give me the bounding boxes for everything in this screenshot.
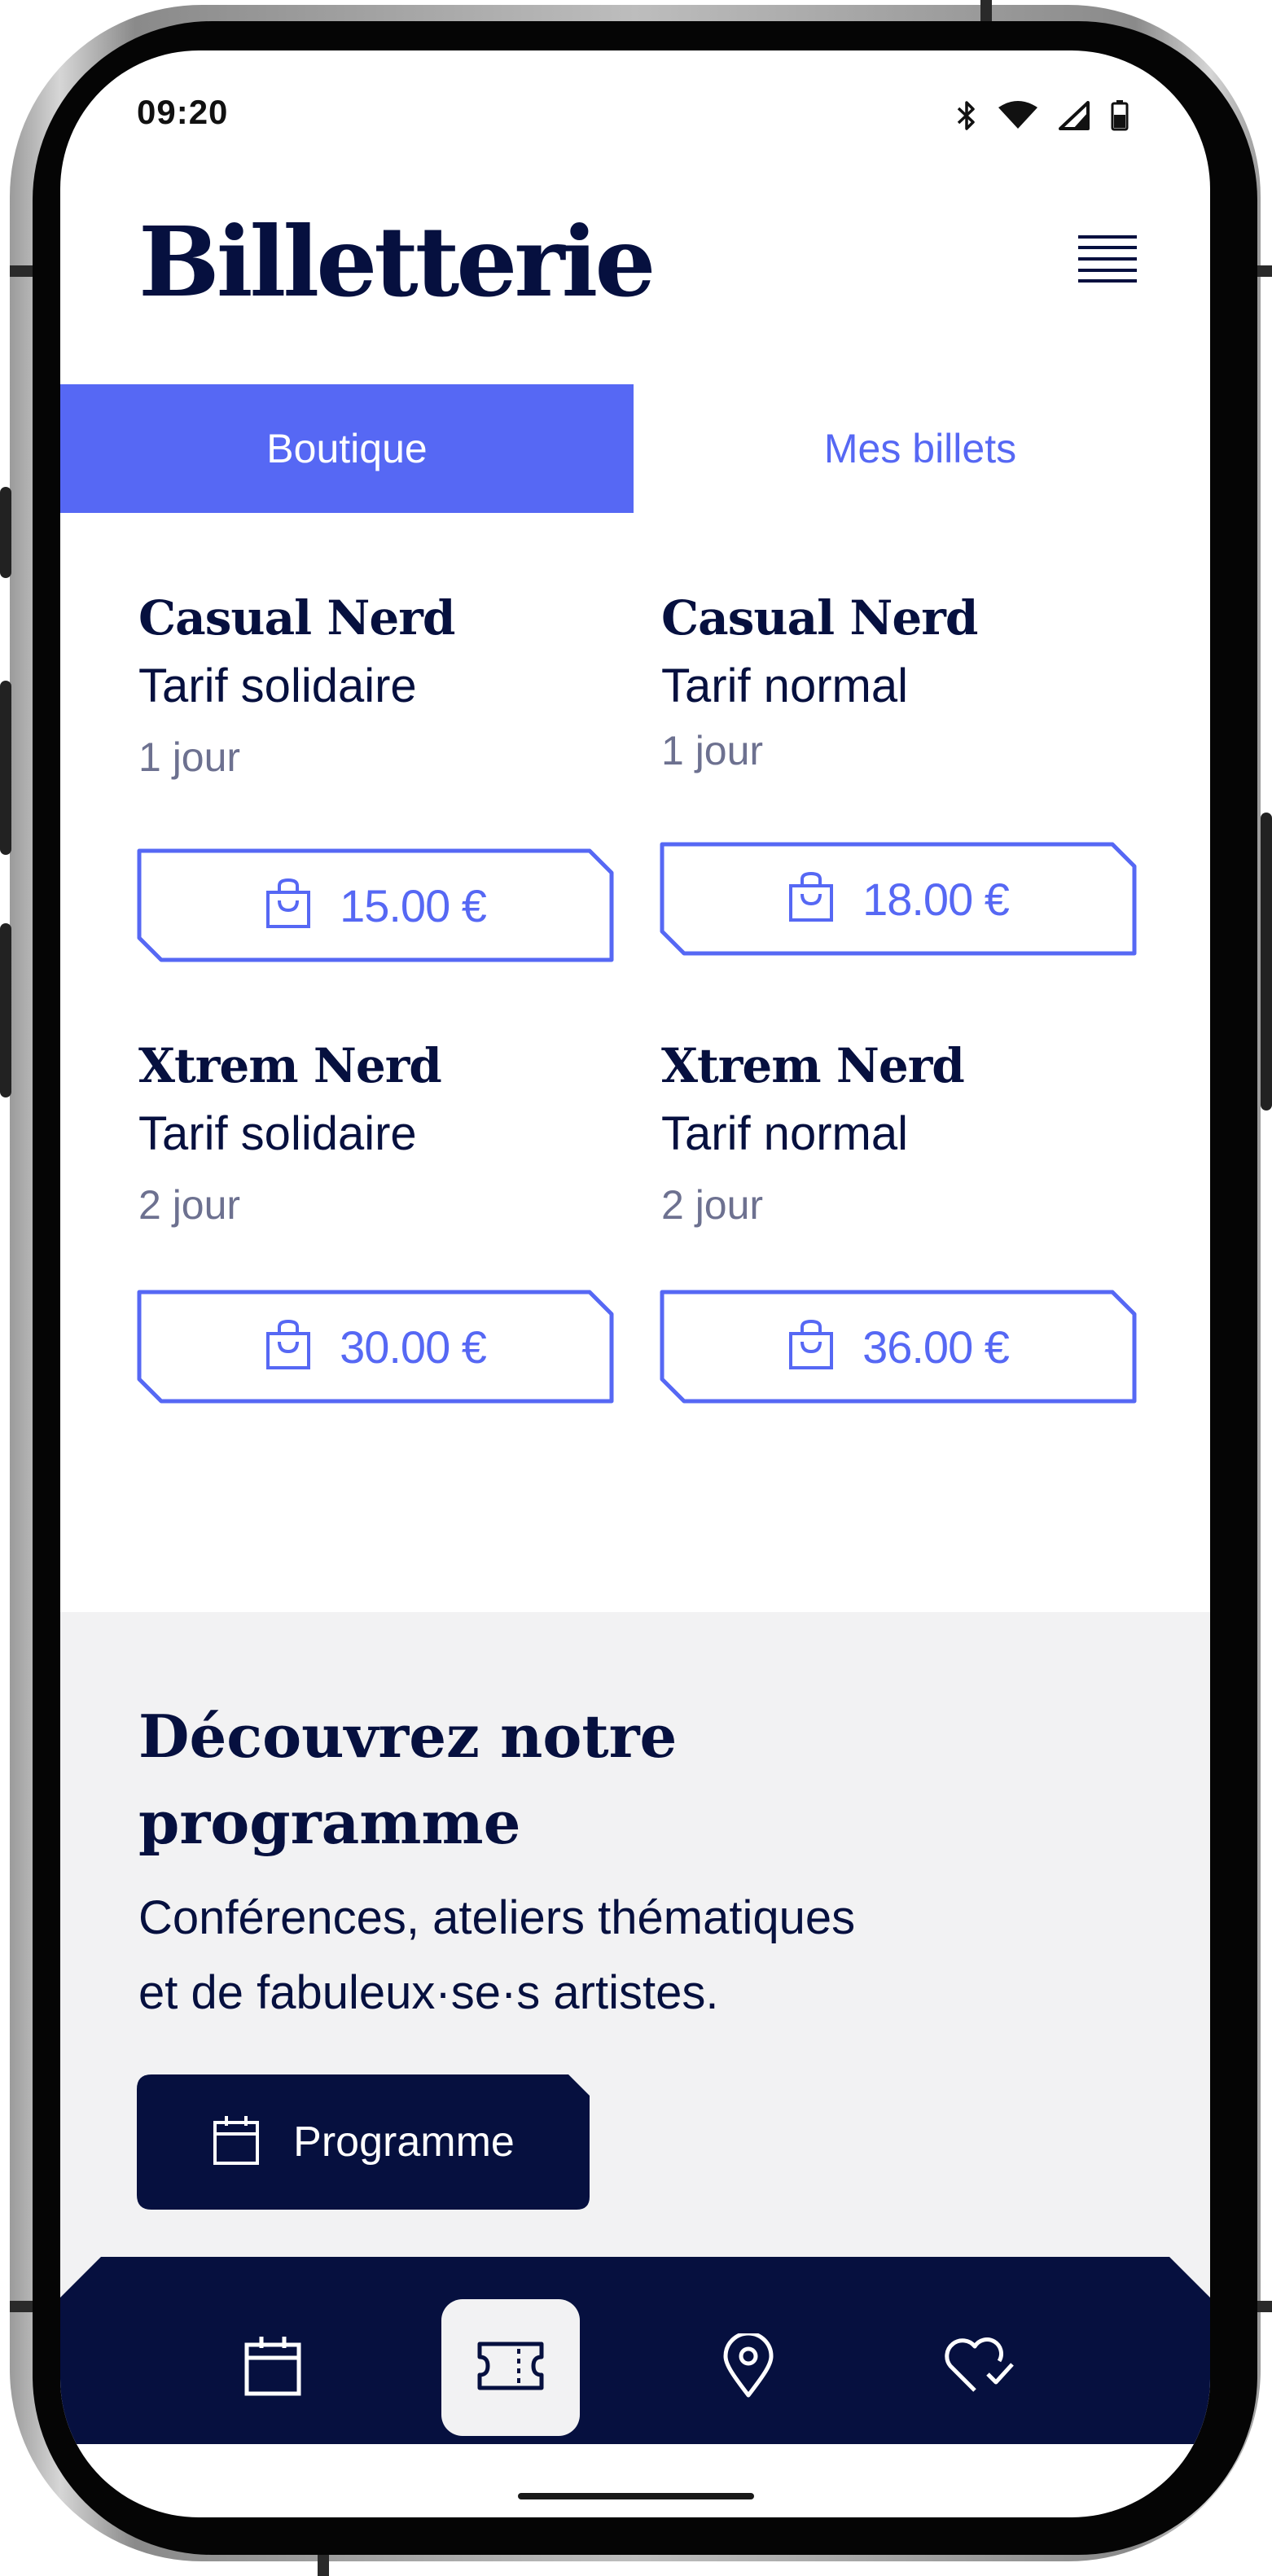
calendar-icon (243, 2335, 302, 2400)
heart-check-icon (942, 2337, 1017, 2399)
program-title-line: Découvrez notre (138, 1702, 678, 1771)
shopping-bag-icon (787, 1319, 835, 1374)
shopping-bag-icon (265, 878, 312, 933)
shopping-bag-icon (787, 871, 835, 927)
product-card: Casual Nerd Tarif solidaire 1 jour (138, 589, 619, 782)
product-price: 36.00 € (862, 1321, 1010, 1373)
nav-item-tickets[interactable] (441, 2299, 580, 2436)
shopping-bag-icon (265, 1319, 312, 1374)
product-price: 30.00 € (340, 1321, 487, 1373)
home-indicator[interactable] (518, 2493, 754, 2499)
product-tarif: Tarif solidaire (138, 659, 417, 712)
product-name: Casual Nerd (138, 590, 455, 646)
product-name: Xtrem Nerd (138, 1038, 442, 1093)
ticket-icon (476, 2341, 545, 2394)
product-card: Xtrem Nerd Tarif solidaire 2 jour (138, 1037, 619, 1229)
battery-icon (1111, 100, 1129, 134)
tab-mes-billets[interactable]: Mes billets (634, 384, 1207, 513)
hamburger-menu-button[interactable] (1078, 234, 1137, 283)
product-tarif: Tarif normal (661, 659, 908, 712)
phone-body: 09:20 Billetterie Boutique Mes billets C… (10, 0, 1272, 2576)
product-duration: 1 jour (138, 734, 241, 780)
program-title-line: programme (138, 1788, 521, 1857)
side-button-volume-up (0, 681, 11, 855)
product-card: Xtrem Nerd Tarif normal 2 jour (661, 1037, 1142, 1229)
antenna-band (1257, 265, 1272, 277)
product-price: 15.00 € (340, 879, 487, 931)
antenna-band (980, 0, 992, 21)
hamburger-menu-icon (1078, 235, 1137, 283)
side-button-volume-down (0, 923, 11, 1097)
product-card: Casual Nerd Tarif normal 1 jour (661, 589, 1142, 775)
antenna-band (10, 265, 33, 277)
calendar-icon (212, 2114, 261, 2170)
nav-item-calendar[interactable] (204, 2299, 342, 2436)
bottom-navigation (60, 2257, 1210, 2444)
programme-button[interactable]: Programme (137, 2074, 590, 2210)
buy-button[interactable]: 30.00 € (137, 1290, 614, 1404)
program-title: Découvrez notre programme (138, 1693, 953, 1866)
nav-item-favorites[interactable] (910, 2299, 1049, 2436)
status-icons (956, 99, 1129, 135)
program-description: Conférences, ateliers thématiques et de … (138, 1881, 1034, 2031)
product-tarif: Tarif normal (661, 1107, 908, 1160)
antenna-band (10, 2301, 33, 2312)
page-title: Billetterie (138, 205, 656, 318)
side-button-power (1261, 813, 1272, 1111)
product-duration: 2 jour (138, 1182, 241, 1228)
side-button-action (0, 487, 11, 578)
buy-button[interactable]: 36.00 € (660, 1290, 1137, 1404)
buy-button[interactable]: 18.00 € (660, 842, 1137, 956)
map-pin-icon (722, 2331, 774, 2402)
antenna-band (1257, 2301, 1272, 2312)
program-description-line: Conférences, ateliers thématiques (138, 1891, 856, 1944)
buy-button[interactable]: 15.00 € (137, 848, 614, 962)
program-description-line: et de fabuleux·se·s artistes. (138, 1966, 719, 2019)
product-name: Xtrem Nerd (661, 1038, 965, 1093)
app-screen: 09:20 Billetterie Boutique Mes billets C… (60, 50, 1210, 2517)
programme-button-label: Programme (293, 2118, 515, 2166)
product-price: 18.00 € (862, 873, 1010, 925)
status-time: 09:20 (137, 93, 229, 131)
antenna-band (318, 2555, 329, 2576)
product-duration: 1 jour (661, 728, 764, 773)
nav-item-map[interactable] (679, 2299, 818, 2436)
wifi-icon (998, 101, 1037, 134)
bluetooth-icon (956, 99, 977, 135)
cellular-signal-icon (1059, 101, 1090, 134)
product-tarif: Tarif solidaire (138, 1107, 417, 1160)
product-duration: 2 jour (661, 1182, 764, 1228)
tab-boutique[interactable]: Boutique (60, 384, 634, 513)
program-section: Découvrez notre programme Conférences, a… (60, 1612, 1210, 2345)
product-name: Casual Nerd (661, 590, 978, 646)
